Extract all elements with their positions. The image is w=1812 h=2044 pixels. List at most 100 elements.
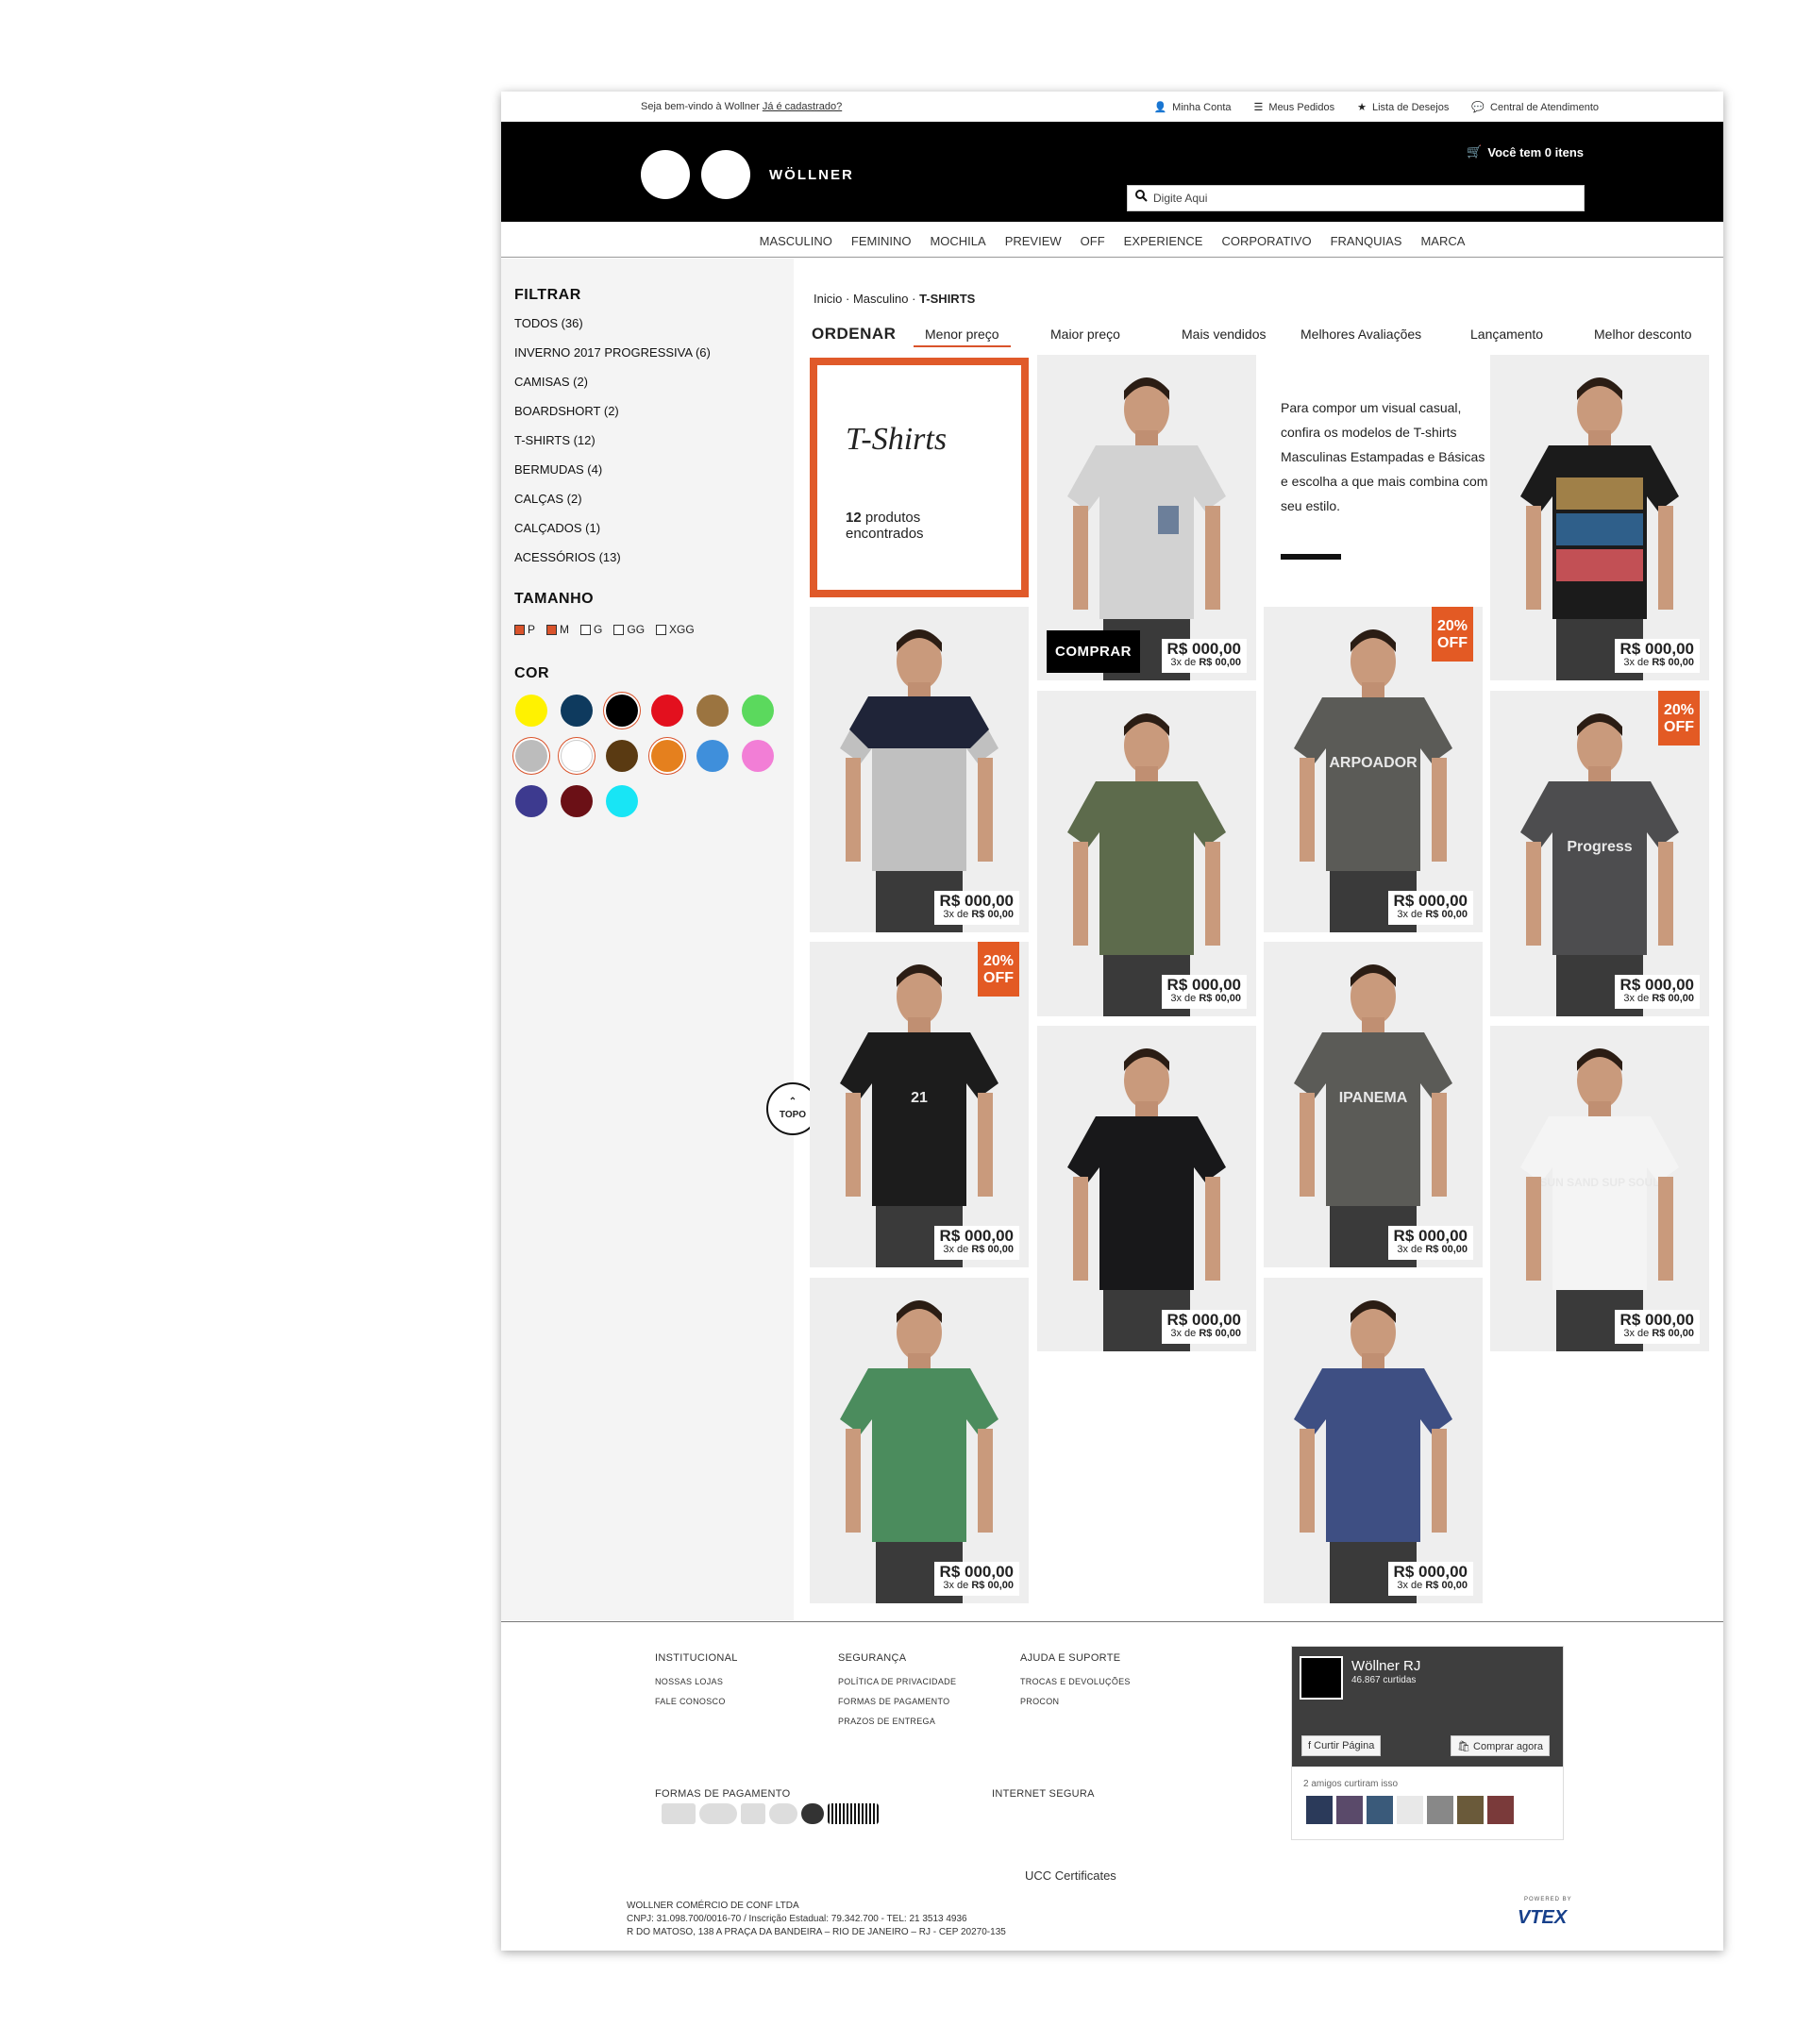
product-card[interactable]: Progress 20% OFF R$ 000,00 3x de R$ 00,00 [1490,691,1709,1016]
color-swatch[interactable] [606,695,638,727]
nav-preview[interactable]: PREVIEW [1005,230,1062,248]
signup-link[interactable]: Já é cadastrado? [763,101,842,112]
sort-best-rated[interactable]: Melhores Avaliações [1300,327,1421,342]
color-swatch[interactable] [742,695,774,727]
barcode-icon [828,1803,879,1824]
nav-masculino[interactable]: MASCULINO [760,230,832,248]
size-option-p[interactable]: P [514,623,535,636]
color-swatch[interactable] [606,785,638,817]
breadcrumb-category[interactable]: Masculino [853,292,909,306]
support-link[interactable]: 💬 Central de Atendimento [1471,101,1599,114]
sort-lowest-price[interactable]: Menor preço [914,327,1011,347]
footer-seguranca: SEGURANÇA POLÍTICA DE PRIVACIDADE FORMAS… [838,1652,956,1736]
buy-button[interactable]: COMPRAR [1047,630,1140,673]
nav-off[interactable]: OFF [1081,230,1105,248]
color-swatch[interactable] [515,740,547,772]
size-checkbox[interactable] [546,624,558,635]
friend-avatar[interactable] [1457,1796,1484,1824]
brand-logo[interactable]: WÖLLNER [641,150,854,199]
filter-item[interactable]: BOARDSHORT (2) [514,404,711,433]
facebook-cover: Wöllner RJ 46.867 curtidas f Curtir Pági… [1292,1647,1563,1767]
search-icon[interactable] [1135,190,1148,207]
product-card[interactable]: 21 20% OFF R$ 000,00 3x de R$ 00,00 [810,942,1029,1267]
product-card[interactable]: SUN SAND SUP SOUL R$ 000,00 3x de R$ 00,0… [1490,1026,1709,1351]
filter-item[interactable]: TODOS (36) [514,316,711,345]
color-swatch[interactable] [742,740,774,772]
filter-item[interactable]: T-SHIRTS (12) [514,433,711,462]
color-swatch[interactable] [696,740,729,772]
orders-link[interactable]: ☰ Meus Pedidos [1254,101,1335,114]
filter-item[interactable]: INVERNO 2017 PROGRESSIVA (6) [514,345,711,375]
product-card[interactable]: R$ 000,00 3x de R$ 00,00 [1037,691,1256,1016]
sort-best-sellers[interactable]: Mais vendidos [1182,327,1267,342]
color-swatch[interactable] [561,695,593,727]
filter-item[interactable]: CALÇAS (2) [514,492,711,521]
footer-link[interactable]: PROCON [1020,1697,1131,1706]
footer-link[interactable]: NOSSAS LOJAS [655,1677,738,1686]
color-swatch[interactable] [561,740,593,772]
footer-link[interactable]: PRAZOS DE ENTREGA [838,1717,956,1726]
product-card[interactable]: ARPOADOR 20% OFF R$ 000,00 3x de R$ 00,00 [1264,607,1483,932]
size-option-gg[interactable]: GG [613,623,645,636]
description-divider [1281,554,1341,560]
footer-link[interactable]: POLÍTICA DE PRIVACIDADE [838,1677,956,1686]
wishlist-link[interactable]: ★ Lista de Desejos [1357,101,1449,114]
filter-item[interactable]: CAMISAS (2) [514,375,711,404]
sort-highest-price[interactable]: Maior preço [1050,327,1120,342]
nav-corporativo[interactable]: CORPORATIVO [1221,230,1311,248]
filter-item[interactable]: ACESSÓRIOS (13) [514,550,711,579]
color-swatch[interactable] [606,740,638,772]
size-option-xgg[interactable]: XGG [656,623,695,636]
size-checkbox[interactable] [656,624,667,635]
account-link[interactable]: 👤 Minha Conta [1153,101,1231,114]
facebook-like-button[interactable]: f Curtir Página [1301,1735,1382,1756]
breadcrumb-separator: · [912,292,916,306]
discount-percent: 20% [1663,702,1695,718]
filter-item[interactable]: CALÇADOS (1) [514,521,711,550]
friend-avatar[interactable] [1367,1796,1393,1824]
powered-by-label: POWERED BY [1524,1897,1572,1902]
nav-marca[interactable]: MARCA [1420,230,1465,248]
size-checkbox[interactable] [514,624,525,635]
nav-experience[interactable]: EXPERIENCE [1124,230,1203,248]
color-swatch[interactable] [651,695,683,727]
footer-link[interactable]: FORMAS DE PAGAMENTO [838,1697,956,1706]
nav-franquias[interactable]: FRANQUIAS [1331,230,1402,248]
facebook-buy-button[interactable]: 🛍 Comprar agora [1451,1735,1551,1756]
product-card[interactable]: R$ 000,00 3x de R$ 00,00 [1490,355,1709,680]
footer-link[interactable]: TROCAS E DEVOLUÇÕES [1020,1677,1131,1686]
friend-avatar[interactable] [1306,1796,1333,1824]
product-card[interactable]: R$ 000,00 3x de R$ 00,00 [810,1278,1029,1603]
product-card[interactable]: R$ 000,00 3x de R$ 00,00 [810,607,1029,932]
sort-newest[interactable]: Lançamento [1470,327,1543,342]
nav-feminino[interactable]: FEMININO [851,230,912,248]
size-option-g[interactable]: G [580,623,602,636]
product-card[interactable]: R$ 000,00 3x de R$ 00,00 [1264,1278,1483,1603]
size-checkbox[interactable] [580,624,592,635]
friend-avatar[interactable] [1336,1796,1363,1824]
color-swatch[interactable] [696,695,729,727]
sort-best-discount[interactable]: Melhor desconto [1594,327,1692,342]
price-tag: R$ 000,00 3x de R$ 00,00 [1161,1310,1247,1344]
filter-item[interactable]: BERMUDAS (4) [514,462,711,492]
product-card[interactable]: R$ 000,00 3x de R$ 00,00 [1037,1026,1256,1351]
search-input[interactable] [1153,192,1569,205]
friend-avatar[interactable] [1487,1796,1514,1824]
footer-link[interactable]: FALE CONOSCO [655,1697,738,1706]
friend-avatar[interactable] [1397,1796,1423,1824]
cart-button[interactable]: 🛒 Você tem 0 itens [1467,144,1584,159]
product-price: R$ 000,00 [1166,640,1241,658]
size-option-m[interactable]: M [546,623,569,636]
vtex-logo: VTEX [1518,1907,1568,1928]
color-swatch[interactable] [515,785,547,817]
product-card[interactable]: IPANEMA R$ 000,00 3x de R$ 00,00 [1264,942,1483,1267]
nav-mochila[interactable]: MOCHILA [930,230,985,248]
product-card[interactable]: COMPRAR R$ 000,00 3x de R$ 00,00 [1037,355,1256,680]
color-swatch[interactable] [515,695,547,727]
facebook-page-name[interactable]: Wöllner RJ [1351,1658,1420,1674]
breadcrumb-home[interactable]: Inicio [814,292,842,306]
color-swatch[interactable] [651,740,683,772]
color-swatch[interactable] [561,785,593,817]
size-checkbox[interactable] [613,624,625,635]
friend-avatar[interactable] [1427,1796,1453,1824]
